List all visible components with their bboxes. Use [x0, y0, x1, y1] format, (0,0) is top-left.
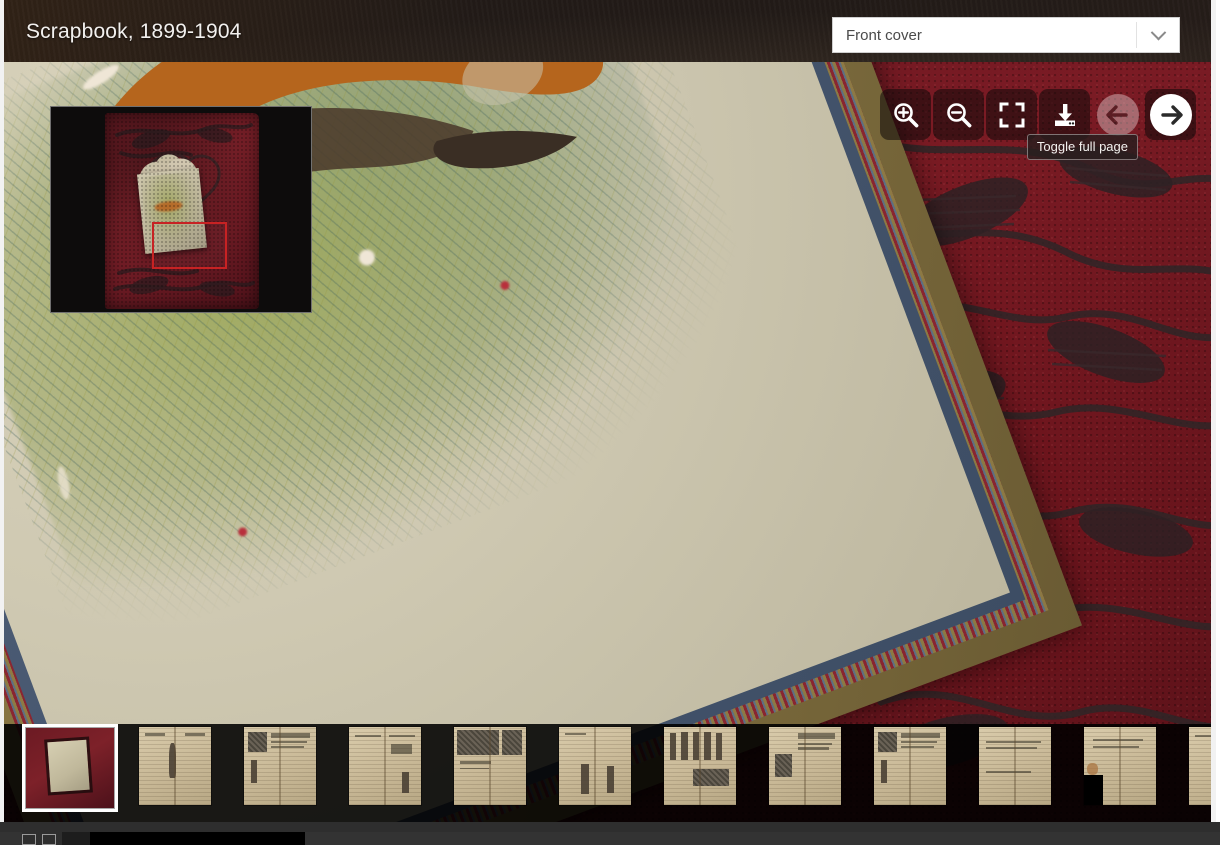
viewer-left-edge	[0, 0, 4, 822]
page-title: Scrapbook, 1899-1904	[26, 20, 242, 43]
viewer-header: Scrapbook, 1899-1904 Front cover	[4, 0, 1216, 62]
thumbnail-item[interactable]	[971, 727, 1059, 811]
thumbnail-image	[664, 727, 736, 805]
arrow-left-circle-icon	[1095, 92, 1141, 138]
zoom-out-icon	[945, 101, 973, 129]
image-viewer[interactable]: Toggle full page Scrapbook, 1899-1904 Fr…	[4, 0, 1216, 822]
chevron-down-icon[interactable]	[1137, 18, 1179, 52]
taskbar-icon[interactable]	[22, 834, 36, 845]
thumbnail-image	[26, 728, 114, 808]
thumbnail-item[interactable]	[236, 727, 324, 811]
thumbnail-item[interactable]	[551, 727, 639, 811]
thumbnail-image	[454, 727, 526, 805]
viewer-right-edge	[1211, 0, 1216, 822]
zoom-in-icon	[892, 101, 920, 129]
previous-page-button	[1092, 89, 1143, 140]
viewer-toolbar	[880, 89, 1196, 140]
thumbnail-item[interactable]	[866, 727, 954, 811]
page-select[interactable]: Front cover	[832, 17, 1180, 53]
navigator-panel[interactable]	[50, 106, 312, 313]
zoom-out-button[interactable]	[933, 89, 984, 140]
thumbnail-item[interactable]	[446, 727, 534, 811]
thumbnail-image	[559, 727, 631, 805]
navigator-thumbnail-image	[105, 113, 259, 309]
navigator-viewport-rect[interactable]	[152, 222, 227, 269]
download-button[interactable]	[1039, 89, 1090, 140]
thumbnail-item[interactable]	[761, 727, 849, 811]
thumbnail-image	[349, 727, 421, 805]
thumbnail-image	[769, 727, 841, 805]
download-icon	[1051, 101, 1079, 129]
thumbnail-image	[244, 727, 316, 805]
image-canvas[interactable]: Toggle full page	[4, 62, 1216, 822]
thumbnail-image	[1084, 727, 1156, 805]
thumbnail-list	[4, 724, 1216, 822]
thumbnail-item[interactable]	[341, 727, 429, 811]
taskbar-icon[interactable]	[42, 834, 56, 845]
thumbnail-item[interactable]	[131, 727, 219, 811]
viewer-page: Toggle full page Scrapbook, 1899-1904 Fr…	[0, 0, 1220, 845]
navigator-plate-vignette	[135, 153, 209, 197]
fullscreen-icon	[999, 102, 1025, 128]
toolbar-tooltip: Toggle full page	[1026, 134, 1138, 160]
thumbnail-item[interactable]	[1076, 727, 1164, 811]
zoom-in-button[interactable]	[880, 89, 931, 140]
thumbnail-item-selected[interactable]	[22, 724, 118, 812]
navigator-ornament	[105, 113, 259, 309]
thumbnail-item[interactable]	[656, 727, 744, 811]
os-taskbar[interactable]	[0, 822, 1220, 845]
next-page-button[interactable]	[1145, 89, 1196, 140]
arrow-right-circle-icon	[1148, 92, 1194, 138]
thumbnail-image	[874, 727, 946, 805]
thumbnail-image	[979, 727, 1051, 805]
page-select-value: Front cover	[846, 26, 922, 44]
full-page-button[interactable]	[986, 89, 1037, 140]
thumbnail-strip[interactable]	[4, 724, 1216, 822]
thumbnail-image	[139, 727, 211, 805]
